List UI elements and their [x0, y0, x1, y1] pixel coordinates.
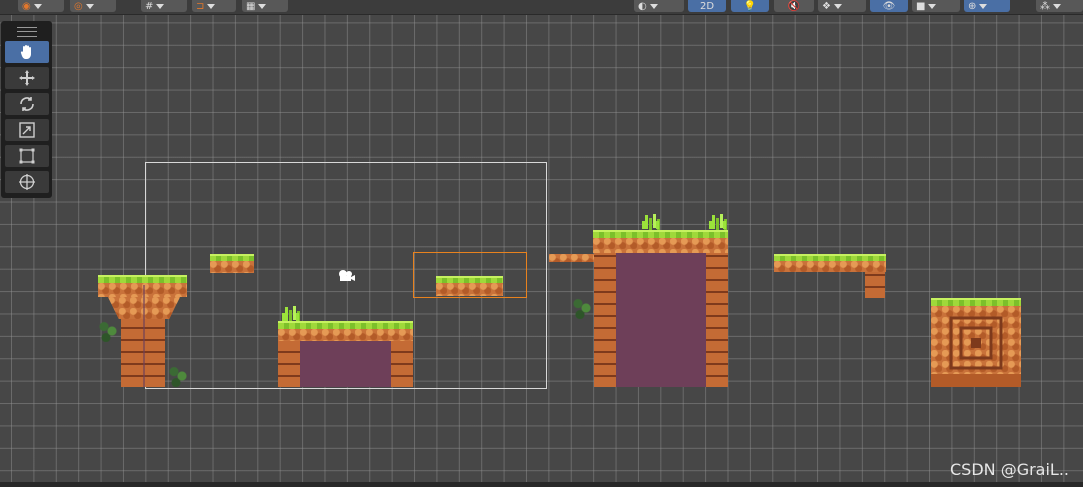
2d-toggle-button[interactable]: 2D	[688, 0, 726, 12]
chevron-down-icon	[1053, 3, 1061, 9]
chevron-down-icon	[33, 3, 42, 9]
move-tool-button[interactable]	[5, 67, 49, 89]
rect-transform-icon	[19, 148, 35, 164]
vine-decoration	[572, 297, 592, 319]
effects-button[interactable]: ❖	[818, 0, 866, 12]
chevron-down-icon	[207, 3, 216, 9]
scene-visibility-button[interactable]: 👁	[870, 0, 908, 12]
camera-icon: ■	[916, 0, 926, 12]
move-arrows-icon	[19, 70, 35, 86]
tile-stone-wall[interactable]	[391, 341, 413, 387]
grass-tuft	[280, 305, 300, 321]
ruler-icon: ▦	[246, 0, 256, 12]
tile-dirt[interactable]	[278, 329, 413, 341]
tile-bg	[300, 341, 391, 387]
transform-icon	[19, 174, 35, 190]
rotate-icon	[20, 97, 34, 111]
chevron-down-icon	[258, 3, 267, 9]
tile-stone-wall[interactable]	[278, 341, 300, 387]
scene-toolbar: ◉ ◎ # ⊐ ▦ ◐ 2D 💡 🔇 ❖ 👁 ■ ⊕ ⁂	[0, 0, 1083, 15]
scene-visibility-icon: 👁	[882, 0, 896, 12]
lighting-toggle-button[interactable]: 💡	[731, 0, 769, 12]
snap-increment-icon: ⊐	[196, 0, 205, 12]
tool-panel	[1, 21, 52, 198]
hand-tool-button[interactable]	[5, 41, 49, 63]
rotate-tool-button[interactable]	[5, 93, 49, 115]
effects-icon: ❖	[822, 0, 831, 12]
grass-tuft	[707, 213, 727, 229]
transform-gizmo-button[interactable]: ◉	[18, 0, 64, 12]
tile-stone-block[interactable]	[865, 272, 885, 298]
2d-toggle-label: 2D	[699, 0, 715, 12]
gizmos-icon: ⊕	[968, 0, 977, 12]
tile-stone-wall[interactable]	[594, 253, 616, 387]
vine-decoration	[168, 365, 188, 387]
grass-tuft	[640, 213, 660, 229]
scale-icon	[19, 122, 35, 138]
chevron-down-icon	[649, 3, 658, 9]
chevron-down-icon	[979, 3, 988, 9]
layers-icon: ⁂	[1040, 0, 1050, 12]
panel-grip-handle[interactable]	[17, 27, 37, 37]
chevron-down-icon	[85, 3, 94, 9]
lighting-icon: 💡	[743, 0, 757, 12]
bottom-border	[0, 482, 1083, 487]
tile-dirt[interactable]	[210, 261, 254, 273]
hand-icon	[20, 45, 31, 59]
tile-dirt[interactable]	[593, 238, 728, 253]
snap-increment-button[interactable]: ⊐	[192, 0, 236, 12]
scale-tool-button[interactable]	[5, 119, 49, 141]
spiral-carving-icon	[931, 316, 1021, 387]
vine-decoration	[98, 320, 118, 342]
layers-button[interactable]: ⁂	[1036, 0, 1083, 12]
tile-bg	[143, 285, 145, 387]
audio-toggle-button[interactable]: 🔇	[774, 0, 814, 12]
ruler-button[interactable]: ▦	[242, 0, 288, 12]
tile-stone-wall[interactable]	[706, 253, 728, 387]
tile-dirt[interactable]	[774, 261, 886, 272]
audio-mute-icon: 🔇	[787, 0, 801, 12]
chevron-down-icon	[833, 3, 842, 9]
transform-tool-button[interactable]	[5, 171, 49, 193]
tile-bg	[616, 253, 706, 387]
pivot-button[interactable]: ◎	[70, 0, 116, 12]
chevron-down-icon	[928, 3, 937, 9]
camera-settings-button[interactable]: ■	[912, 0, 960, 12]
draw-mode-button[interactable]: ◐	[634, 0, 684, 12]
transform-gizmo-icon: ◉	[22, 0, 31, 12]
watermark-text: CSDN @GraiL..	[949, 460, 1069, 479]
camera-gizmo-icon[interactable]	[337, 268, 355, 282]
selection-outline	[413, 252, 527, 298]
chevron-down-icon	[156, 3, 165, 9]
draw-mode-icon: ◐	[638, 0, 647, 12]
pivot-icon: ◎	[74, 0, 83, 12]
tile-carved-block[interactable]	[931, 306, 1021, 387]
grid-snap-button[interactable]: #	[141, 0, 187, 12]
gizmos-button[interactable]: ⊕	[964, 0, 1010, 12]
grid-snap-icon: #	[145, 0, 154, 12]
rect-tool-button[interactable]	[5, 145, 49, 167]
